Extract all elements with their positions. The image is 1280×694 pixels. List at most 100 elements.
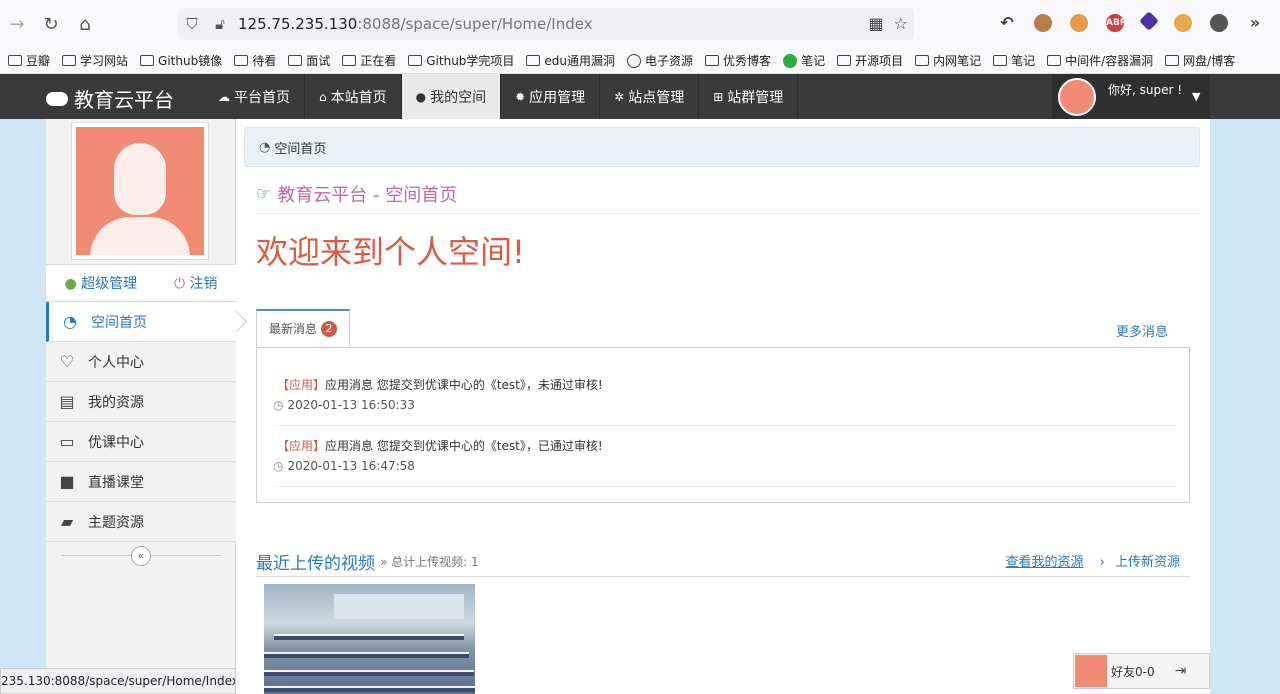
site-navbar: 教育云平台 ☁ 平台首页 ⌂ 本站首页 ● 我的空间 ✹ 应用管理 ✲ 站点管理 ⊞ 站群管理 你好,… [0,74,1280,119]
bookmark-item[interactable]: edu通用漏洞 [526,52,615,69]
overflow-chevron-icon[interactable]: » [1246,14,1264,32]
list-item[interactable]: 【应用】应用消息 您提交到优课中心的《test》，未通过审核! ◷ 2020-01-… [273,366,1177,426]
folder-icon [993,55,1008,66]
more-messages-link[interactable]: 更多消息 [1116,321,1168,340]
bookmark-item[interactable]: 电子资源 [627,52,693,69]
brand[interactable]: 教育云平台 [46,84,174,113]
recent-videos-title: 最近上传的视频 [256,554,375,574]
sidebar-item[interactable]: ♡ 个人中心 [46,342,236,382]
bookmark-item[interactable]: 笔记 [993,52,1035,69]
shield-icon[interactable]: ⛉ [178,15,206,33]
video-camera-icon: ■ [59,472,75,491]
bookmark-item[interactable]: Github镜像 [140,52,222,69]
clock-icon: ◷ [273,398,284,412]
friends-widget[interactable]: 好友0-0 ⇥ [1073,653,1210,689]
bookmark-item[interactable]: 面试 [288,52,330,69]
bookmark-label: 面试 [306,54,331,68]
bookmark-item[interactable]: 学习网站 [62,52,128,69]
clock-icon: ◷ [273,459,284,473]
view-my-resources-link[interactable]: 查看我的资源 [1005,555,1083,570]
film-icon: ▤ [59,392,75,411]
message-count-badge: 2 [321,320,338,337]
gear-icon: ✹ [515,89,526,104]
extensions-bar: ↶ ABP » [998,11,1264,32]
message-time: ◷ 2020-01-13 16:47:58 [273,459,415,473]
sidebar-item[interactable]: ▤ 我的资源 [46,382,236,422]
sidebar-item[interactable]: ▰ 主题资源 [46,502,236,542]
url-text[interactable]: 125.75.235.130:8088/space/super/Home/Ind… [238,15,593,33]
sidebar-item-label: 直播课堂 [88,474,144,491]
sidebar-item[interactable]: ▭ 优课中心 [46,422,236,462]
profile-avatar [71,122,209,260]
folder-icon [915,55,930,66]
home-icon[interactable]: ⌂ [68,7,102,41]
bookmark-item[interactable]: 正在看 [342,52,396,69]
wechat-icon [783,53,798,68]
nav-item[interactable]: ✹ 应用管理 [501,74,601,119]
sidebar-item[interactable]: ◔ 空间首页 [46,302,236,342]
sidebar-item[interactable]: ■ 直播课堂 [46,462,236,502]
extension-figure-icon[interactable] [1174,14,1192,32]
admin-link[interactable]: ● 超级管理 [64,273,137,293]
bookmark-item[interactable]: 内网笔记 [915,52,981,69]
reload-icon[interactable]: ↻ [34,7,68,41]
nav-item[interactable]: ☁ 平台首页 [204,74,305,119]
bookmark-item[interactable]: 笔记 [783,52,825,69]
address-bar[interactable]: ⛉ 🔓︎ 125.75.235.130:8088/space/super/Hom… [178,8,914,40]
extension-diamond-icon[interactable] [1139,11,1159,31]
bookmark-item[interactable]: 豆瓣 [8,52,50,69]
message-tabs: 最新消息 2 更多消息 [256,309,1190,347]
nav-item[interactable]: ● 我的空间 [401,74,502,119]
message-time: ◷ 2020-01-13 16:50:33 [273,398,415,412]
extension-orange-icon[interactable] [1070,14,1088,32]
logout-link[interactable]: ⏻ 注销 [174,273,218,293]
bookmark-label: 电子资源 [645,54,694,68]
user-menu[interactable]: 你好, super ! ▼ [1052,74,1210,119]
qr-code-icon[interactable]: ▦ [869,14,884,33]
bug-icon[interactable] [1210,14,1228,32]
tab-latest-messages[interactable]: 最新消息 2 [256,309,351,347]
insecure-lock-icon[interactable]: 🔓︎ [206,15,234,33]
collapse-sidebar-button[interactable]: « [131,546,151,566]
bookmark-label: 中间件/容器漏洞 [1065,54,1154,68]
dashboard-icon: ◔ [63,312,77,331]
nav-item-label: 应用管理 [529,89,586,106]
bookmark-item[interactable]: Github学完项目 [408,52,514,69]
bookmark-item[interactable]: 网盘/博客 [1165,52,1235,69]
upload-new-resource-link[interactable]: 上传新资源 [1115,555,1180,570]
bookmark-item[interactable]: 优秀博客 [705,52,771,69]
forward-icon[interactable]: → [0,7,34,41]
nav-item[interactable]: ⌂ 本站首页 [305,74,402,119]
bookmark-item[interactable]: 待看 [234,52,276,69]
page-title: ☞ 教育云平台 - 空间首页 [256,174,1200,214]
nav-item[interactable]: ⊞ 站群管理 [699,74,799,119]
sidebar-collapse: « [46,542,236,570]
user-icon: ● [415,89,427,104]
caret-down-icon: ▼ [1192,90,1201,103]
friends-label: 好友0-0 [1111,664,1155,679]
bookmark-item[interactable]: 开源项目 [837,52,903,69]
folder-icon [1165,55,1180,66]
nav-item[interactable]: ✲ 站点管理 [600,74,700,119]
cookie-icon[interactable] [1034,14,1052,32]
folder-icon [526,55,541,66]
star-icon[interactable]: ☆ [894,14,908,33]
browser-toolbar: → ↻ ⌂ ⛉ 🔓︎ 125.75.235.130:8088/space/sup… [0,0,1280,48]
bookmark-item[interactable]: 中间件/容器漏洞 [1047,52,1153,69]
user-actions: ● 超级管理 ⏻ 注销 [46,264,236,302]
sidebar-item-label: 主题资源 [88,514,144,531]
undo-icon[interactable]: ↶ [998,14,1016,32]
bookmark-label: 豆瓣 [26,54,51,68]
video-thumbnail[interactable] [264,584,475,694]
welcome-heading: 欢迎来到个人空间! [256,233,525,271]
breadcrumb-item[interactable]: 空间首页 [274,138,326,157]
page-container: ● 超级管理 ⏻ 注销 ◔ 空间首页 ♡ 个人中心 ▤ 我的资源 ▭ 优课中心 ■ 直播课堂 ▰ 主题… [46,119,1210,694]
list-item[interactable]: 【应用】应用消息 您提交到优课中心的《test》，已通过审核! ◷ 2020-01-… [273,427,1177,487]
nav-item-label: 我的空间 [430,89,487,106]
exit-icon[interactable]: ⇥ [1175,663,1187,679]
sidebar: ● 超级管理 ⏻ 注销 ◔ 空间首页 ♡ 个人中心 ▤ 我的资源 ▭ 优课中心 ■ 直播课堂 ▰ 主题… [46,119,236,694]
bookmark-label: 网盘/博客 [1183,54,1236,68]
bookmarks-bar: 豆瓣 学习网站 Github镜像 待看 面试 正在看 Github学完项目 edu通用漏洞 电子… [0,48,1280,74]
user-greeting: 你好, super ! [1108,83,1183,97]
adblock-icon[interactable]: ABP [1106,14,1126,32]
